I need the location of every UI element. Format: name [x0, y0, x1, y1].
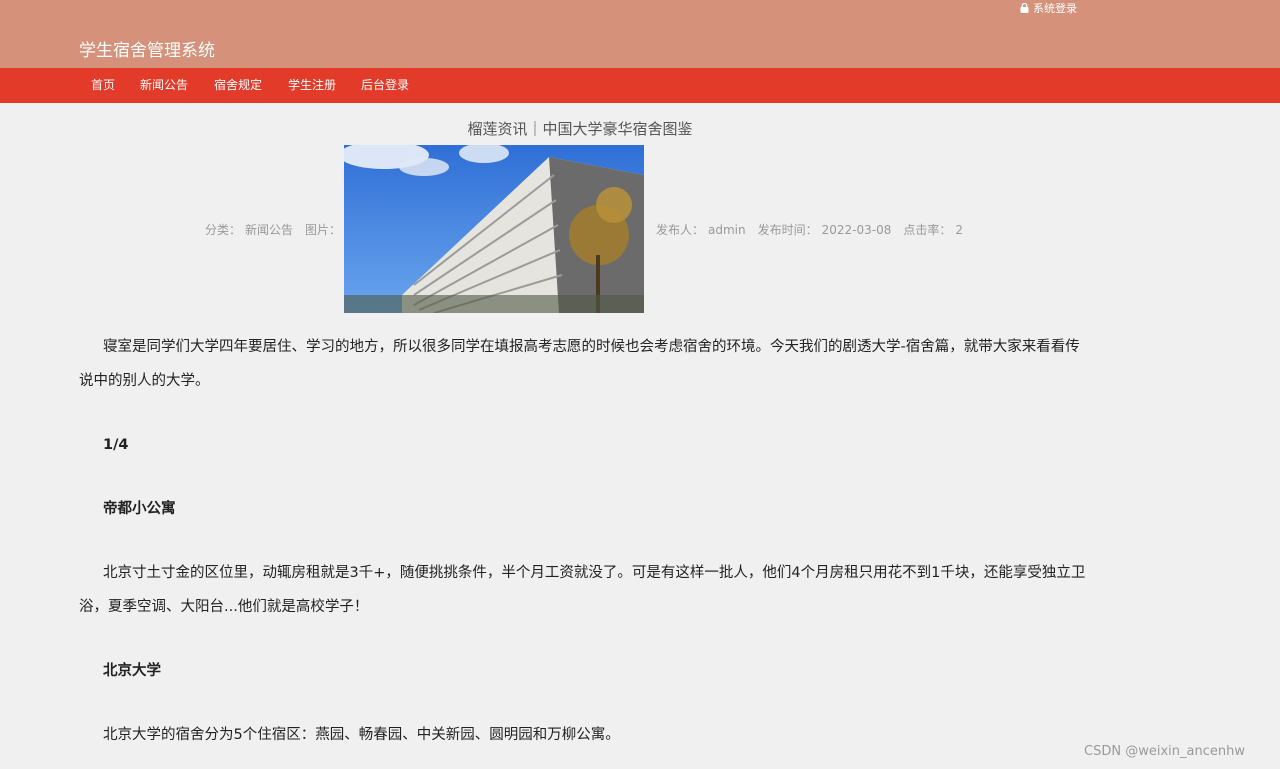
- category-label: 分类：: [205, 223, 242, 237]
- article-paragraph: 北京寸土寸金的区位里，动辄房租就是3千+，随便挑挑条件，半个月工资就没了。可是有…: [79, 565, 1086, 615]
- main-nav: 首页 新闻公告 宿舍规定 学生注册 后台登录: [0, 68, 1280, 103]
- article-title: 榴莲资讯｜中国大学豪华宿舍图鉴: [467, 120, 693, 138]
- date-label: 发布时间：: [757, 223, 818, 237]
- site-title: 学生宿舍管理系统: [79, 41, 215, 61]
- article-paragraph: 寝室是同学们大学四年要居住、学习的地方，所以很多同学在填报高考志愿的时候也会考虑…: [79, 339, 1080, 389]
- article-subheading: 1/4: [103, 437, 129, 453]
- article-image: [344, 145, 644, 313]
- clicks-label: 点击率：: [903, 223, 952, 237]
- clicks-value: 2: [955, 223, 964, 237]
- system-login-link[interactable]: 系统登录: [1020, 0, 1077, 16]
- article-subheading: 帝都小公寓: [103, 501, 176, 517]
- image-label: 图片：: [305, 223, 342, 237]
- lock-icon: [1020, 3, 1029, 13]
- dormitory-building-photo: [344, 145, 644, 313]
- article-meta-left: 分类： 新闻公告 图片：: [205, 221, 345, 238]
- publisher-label: 发布人：: [656, 223, 705, 237]
- publisher-value: admin: [708, 223, 746, 237]
- watermark: CSDN @weixin_ancenhw: [1084, 744, 1245, 759]
- date-value: 2022-03-08: [821, 223, 892, 237]
- article-subheading: 北京大学: [103, 663, 161, 679]
- top-header: 系统登录 学生宿舍管理系统: [0, 0, 1280, 68]
- nav-item-admin-login[interactable]: 后台登录: [361, 68, 409, 103]
- article-paragraph: 北京大学的宿舍分为5个住宿区：燕园、畅春园、中关新园、圆明园和万柳公寓。: [103, 727, 620, 743]
- article-meta-right: 发布人： admin 发布时间： 2022-03-08 点击率： 2: [656, 221, 967, 238]
- system-login-label[interactable]: 系统登录: [1033, 0, 1077, 16]
- nav-item-news[interactable]: 新闻公告: [140, 68, 188, 103]
- nav-item-rules[interactable]: 宿舍规定: [214, 68, 262, 103]
- nav-item-home[interactable]: 首页: [91, 68, 115, 103]
- nav-item-register[interactable]: 学生注册: [288, 68, 336, 103]
- category-value: 新闻公告: [245, 223, 294, 237]
